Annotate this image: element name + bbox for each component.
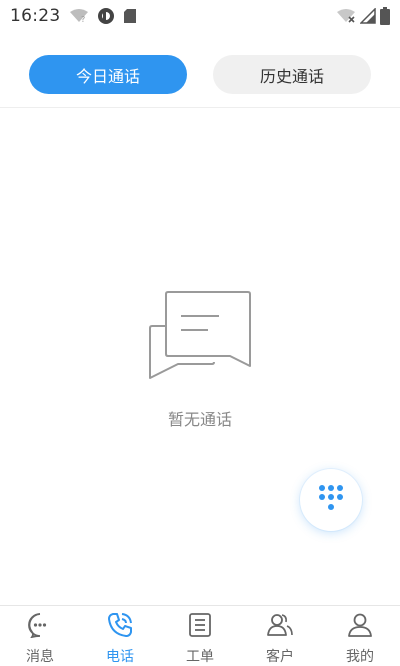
status-left: 16:23 ? (10, 6, 137, 26)
nav-label-phone: 电话 (106, 649, 134, 665)
person-icon (347, 612, 373, 642)
bottom-nav: 消息 电话 工单 客户 我的 (0, 605, 400, 666)
empty-state-text: 暂无通话 (167, 410, 232, 429)
empty-messages-icon (148, 290, 252, 386)
battery-icon (380, 7, 390, 25)
nav-item-messages[interactable]: 消息 (0, 606, 80, 666)
wifi-unknown-icon: ? (69, 8, 89, 24)
chat-bubble-icon (27, 612, 53, 642)
nav-item-phone[interactable]: 电话 (80, 606, 160, 666)
dialpad-button[interactable] (300, 469, 362, 531)
sd-card-icon (123, 8, 137, 24)
app-notification-icon (97, 7, 115, 25)
nav-label-messages: 消息 (26, 649, 54, 665)
nav-label-tickets: 工单 (186, 649, 214, 665)
header-divider (0, 107, 400, 108)
call-tabs: 今日通话 历史通话 (0, 55, 400, 95)
tab-history-calls[interactable]: 历史通话 (213, 55, 371, 94)
cell-signal-icon (360, 8, 376, 24)
nav-item-me[interactable]: 我的 (320, 606, 400, 666)
customers-icon (266, 612, 294, 642)
phone-icon (107, 612, 133, 642)
status-bar: 16:23 ? (0, 0, 400, 32)
empty-state: 暂无通话 (0, 290, 400, 430)
wifi-off-icon (336, 8, 356, 24)
nav-item-customers[interactable]: 客户 (240, 606, 320, 666)
nav-label-customers: 客户 (266, 649, 294, 665)
svg-text:?: ? (81, 15, 85, 24)
nav-label-me: 我的 (346, 649, 374, 665)
nav-item-tickets[interactable]: 工单 (160, 606, 240, 666)
tab-today-calls[interactable]: 今日通话 (29, 55, 187, 94)
dialpad-icon (316, 483, 346, 517)
status-time: 16:23 (10, 6, 61, 26)
clipboard-icon (187, 612, 213, 642)
status-right (336, 7, 390, 25)
